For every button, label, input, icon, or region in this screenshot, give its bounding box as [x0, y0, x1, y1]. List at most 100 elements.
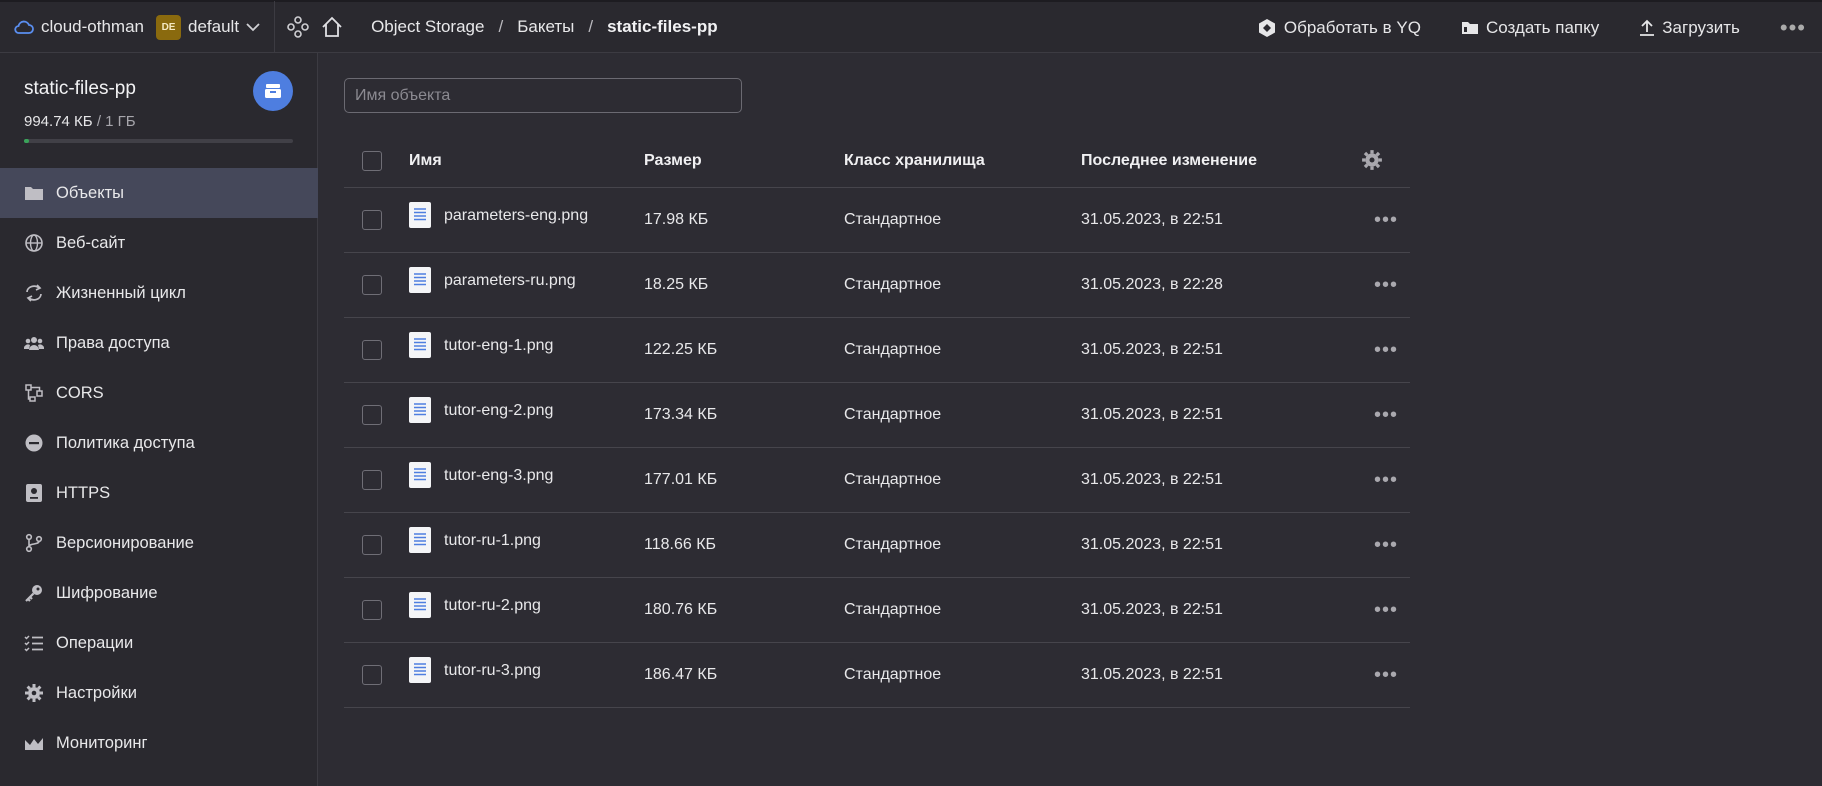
row-actions-icon[interactable]: •••: [1374, 600, 1398, 620]
row-checkbox[interactable]: [362, 470, 382, 490]
file-name[interactable]: parameters-eng.png: [444, 207, 588, 225]
column-header-name[interactable]: Имя: [409, 152, 442, 170]
sidebar-item-versioning[interactable]: Версионирование: [0, 518, 318, 568]
sidebar-item-label: Веб-сайт: [56, 233, 126, 252]
storage-class: Стандартное: [844, 341, 942, 358]
sidebar-item-label: Объекты: [56, 183, 125, 202]
sidebar-item-objects[interactable]: Объекты: [0, 168, 318, 218]
certificate-icon: [24, 483, 44, 503]
sidebar-item-encryption[interactable]: Шифрование: [0, 568, 318, 618]
row-actions-icon[interactable]: •••: [1374, 665, 1398, 685]
sidebar-item-label: Мониторинг: [56, 733, 148, 752]
sidebar: static-files-pp 994.74 КБ / 1 ГБ Объекты…: [0, 53, 318, 786]
row-actions-icon[interactable]: •••: [1374, 405, 1398, 425]
row-checkbox[interactable]: [362, 405, 382, 425]
sidebar-item-cors[interactable]: CORS: [0, 368, 318, 418]
row-checkbox[interactable]: [362, 665, 382, 685]
table-row[interactable]: tutor-ru-2.png 180.76 КБ Стандартное 31.05.…: [344, 578, 1410, 643]
table-row[interactable]: parameters-ru.png 18.25 КБ Стандартное 31.0…: [344, 253, 1410, 318]
storage-class: Стандартное: [844, 471, 942, 488]
row-actions-icon[interactable]: •••: [1374, 535, 1398, 555]
sidebar-item-monitoring[interactable]: Мониторинг: [0, 718, 318, 768]
last-modified: 31.05.2023, в 22:51: [1081, 666, 1223, 683]
sidebar-item-label: Политика доступа: [56, 433, 195, 452]
table-row[interactable]: tutor-eng-1.png 122.25 КБ Стандартное 31.05…: [344, 318, 1410, 383]
row-actions-icon[interactable]: •••: [1374, 340, 1398, 360]
file-name[interactable]: tutor-eng-3.png: [444, 467, 553, 485]
bucket-usage: 994.74 КБ / 1 ГБ: [24, 113, 136, 130]
column-settings-gear-icon[interactable]: [1361, 149, 1383, 176]
usage-used: 994.74 КБ: [24, 113, 93, 130]
column-header-size[interactable]: Размер: [644, 152, 702, 170]
more-actions-icon[interactable]: •••: [1780, 15, 1806, 41]
row-checkbox[interactable]: [362, 210, 382, 230]
sidebar-item-label: Жизненный цикл: [56, 283, 186, 302]
row-checkbox[interactable]: [362, 275, 382, 295]
file-icon: [409, 462, 431, 493]
file-name[interactable]: tutor-eng-2.png: [444, 402, 553, 420]
row-checkbox[interactable]: [362, 340, 382, 360]
divider: [274, 0, 276, 54]
row-actions-icon[interactable]: •••: [1374, 470, 1398, 490]
file-name[interactable]: tutor-ru-2.png: [444, 597, 541, 615]
table-row[interactable]: parameters-eng.png 17.98 КБ Стандартное 31.…: [344, 188, 1410, 253]
file-size: 17.98 КБ: [644, 211, 709, 228]
sidebar-item-access-policy[interactable]: Политика доступа: [0, 418, 318, 468]
breadcrumb: Object Storage / Бакеты / static-files-p…: [371, 17, 718, 37]
breadcrumb-buckets[interactable]: Бакеты: [517, 17, 574, 37]
folder-badge: DE: [156, 14, 182, 40]
sidebar-nav: Объекты Веб-сайт Жизненный цикл Права до…: [0, 168, 318, 768]
folder-plus-icon: [1461, 22, 1478, 34]
file-size: 186.47 КБ: [644, 666, 718, 683]
bucket-icon: [253, 71, 293, 111]
sidebar-item-access-rights[interactable]: Права доступа: [0, 318, 318, 368]
home-icon[interactable]: [321, 16, 343, 38]
row-actions-icon[interactable]: •••: [1374, 275, 1398, 295]
file-name[interactable]: tutor-ru-3.png: [444, 662, 541, 680]
search-input[interactable]: [344, 78, 742, 113]
sidebar-item-lifecycle[interactable]: Жизненный цикл: [0, 268, 318, 318]
cloud-selector[interactable]: cloud-othman: [14, 17, 144, 37]
key-icon: [24, 583, 44, 603]
file-name[interactable]: tutor-eng-1.png: [444, 337, 553, 355]
upload-button[interactable]: Загрузить: [1639, 18, 1740, 38]
table-row[interactable]: tutor-eng-3.png 177.01 КБ Стандартное 31.05…: [344, 448, 1410, 513]
sidebar-item-https[interactable]: HTTPS: [0, 468, 318, 518]
column-header-storage-class[interactable]: Класс хранилища: [844, 152, 985, 170]
last-modified: 31.05.2023, в 22:51: [1081, 406, 1223, 423]
table-row[interactable]: tutor-ru-1.png 118.66 КБ Стандартное 31.05.…: [344, 513, 1410, 578]
file-icon: [409, 332, 431, 363]
select-all-checkbox[interactable]: [362, 151, 382, 171]
folder-selector[interactable]: DE default: [156, 14, 260, 40]
row-checkbox[interactable]: [362, 535, 382, 555]
file-icon: [409, 592, 431, 623]
folder-name: default: [188, 17, 240, 36]
create-folder-button[interactable]: Создать папку: [1461, 18, 1599, 38]
sidebar-item-operations[interactable]: Операции: [0, 618, 318, 668]
file-name[interactable]: parameters-ru.png: [444, 272, 576, 290]
branch-icon: [24, 533, 44, 553]
column-header-last-modified[interactable]: Последнее изменение: [1081, 152, 1257, 170]
row-actions-icon[interactable]: •••: [1374, 210, 1398, 230]
services-icon[interactable]: [287, 16, 309, 38]
storage-class: Стандартное: [844, 406, 942, 423]
sidebar-item-label: Шифрование: [56, 583, 158, 602]
breadcrumb-object-storage[interactable]: Object Storage: [371, 17, 484, 37]
last-modified: 31.05.2023, в 22:51: [1081, 536, 1223, 553]
sidebar-item-settings[interactable]: Настройки: [0, 668, 318, 718]
table-header: Имя Размер Класс хранилища Последнее изм…: [344, 135, 1410, 188]
sidebar-item-website[interactable]: Веб-сайт: [0, 218, 318, 268]
users-icon: [24, 333, 44, 353]
file-icon: [409, 657, 431, 688]
last-modified: 31.05.2023, в 22:28: [1081, 276, 1223, 293]
table-row[interactable]: tutor-eng-2.png 173.34 КБ Стандартное 31.05…: [344, 383, 1410, 448]
file-name[interactable]: tutor-ru-1.png: [444, 532, 541, 550]
process-in-yq-button[interactable]: Обработать в YQ: [1257, 18, 1421, 38]
bucket-name: static-files-pp: [24, 78, 136, 99]
chevron-down-icon: [246, 22, 260, 31]
upload-icon: [1640, 19, 1655, 36]
row-checkbox[interactable]: [362, 600, 382, 620]
table-row[interactable]: tutor-ru-3.png 186.47 КБ Стандартное 31.05.…: [344, 643, 1410, 708]
breadcrumb-separator: /: [498, 17, 504, 36]
file-size: 180.76 КБ: [644, 601, 718, 618]
